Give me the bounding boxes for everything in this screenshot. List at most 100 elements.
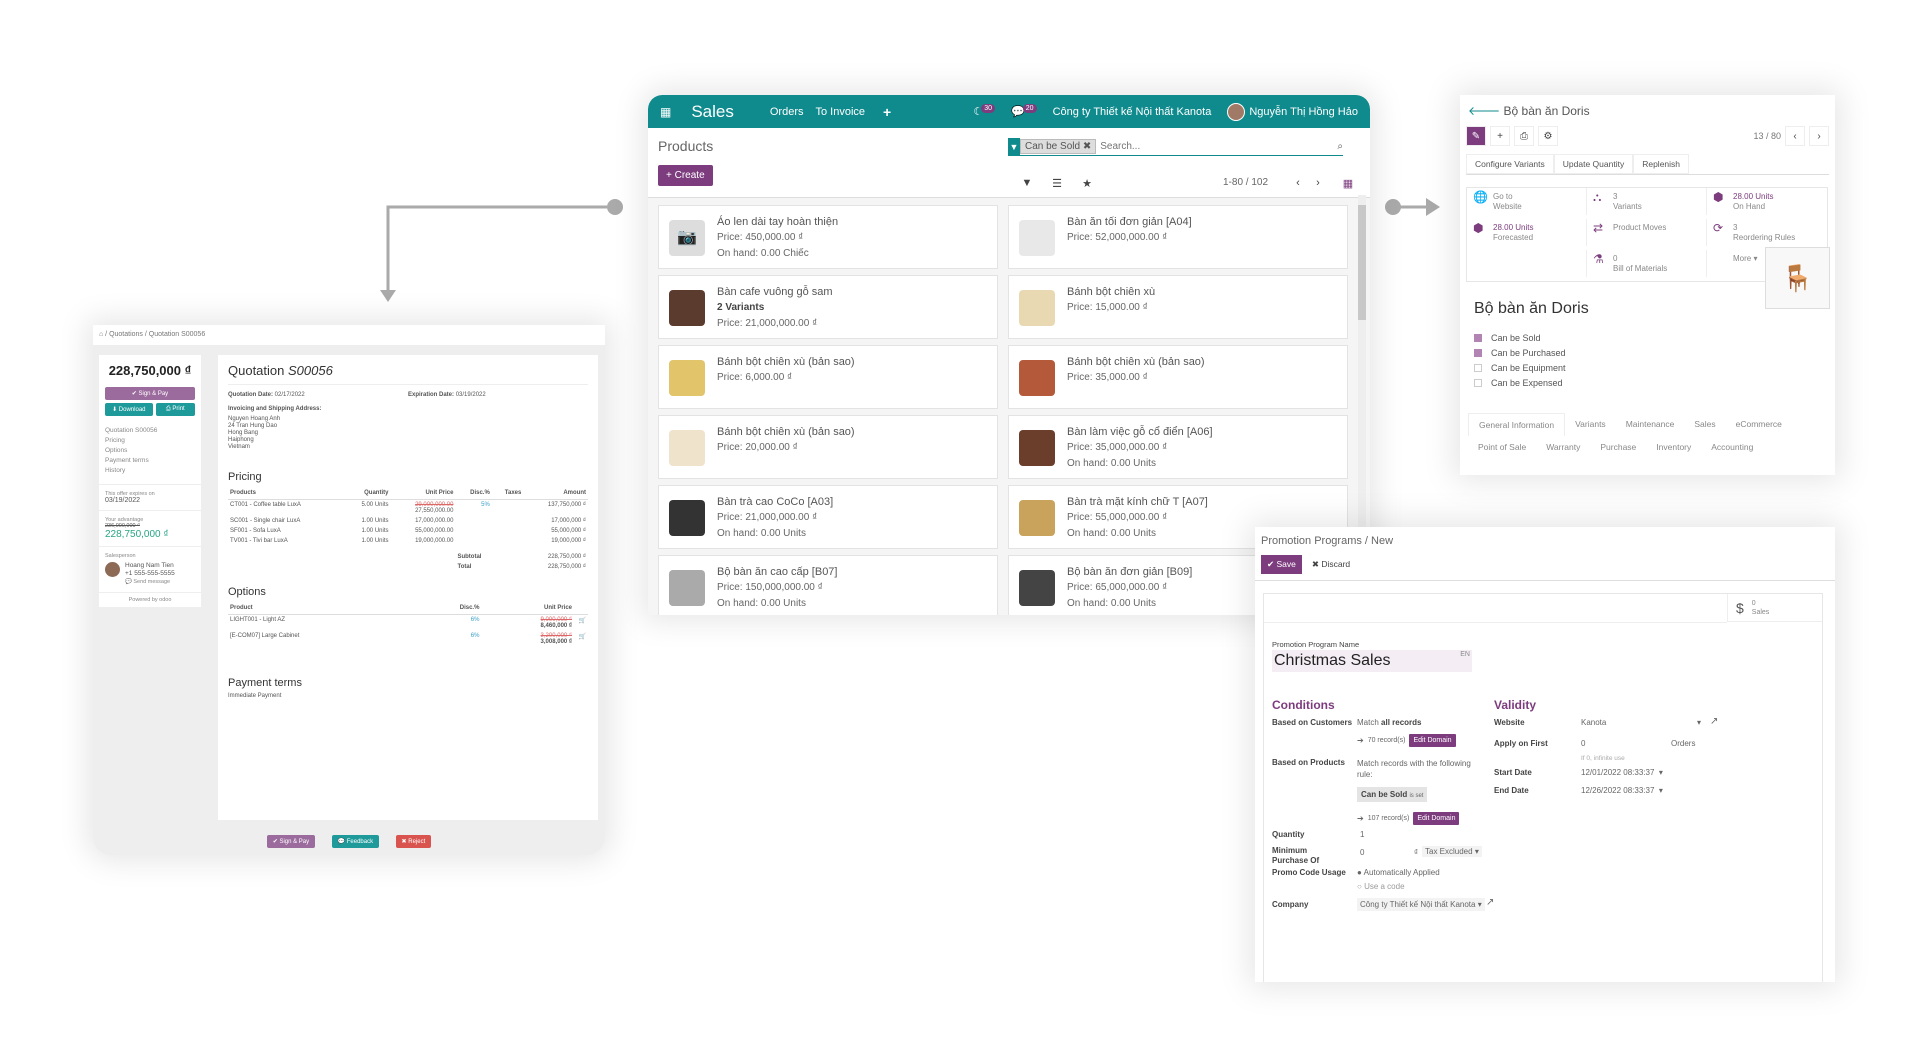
website-select[interactable]: Kanota ▾ (1581, 718, 1701, 727)
tab-warranty[interactable]: Warranty (1536, 436, 1590, 458)
messages-icon[interactable]: 💬20 (1011, 104, 1037, 118)
smart-button[interactable]: ⬢ 28.00 Units On Hand (1707, 188, 1827, 215)
discard-button[interactable]: ✖ Discard (1308, 555, 1354, 574)
breadcrumb-promotion-programs[interactable]: Promotion Programs (1261, 535, 1362, 547)
kanban-view-icon[interactable]: ▦ (1336, 173, 1360, 193)
nav-payment-terms[interactable]: Payment terms (105, 456, 195, 466)
language-badge[interactable]: EN (1460, 651, 1470, 658)
nav-orders[interactable]: Orders (770, 106, 804, 118)
create-button[interactable]: + Create (658, 165, 713, 186)
pager-next-icon[interactable]: › (1306, 173, 1330, 193)
external-link-icon[interactable]: ↗ (1486, 897, 1494, 908)
send-message-link[interactable]: 💬 Send message (125, 578, 175, 586)
tab-maintenance[interactable]: Maintenance (1616, 413, 1685, 436)
quantity-input[interactable]: 1 (1360, 830, 1364, 839)
domain-rule[interactable]: Can be Sold is set (1357, 787, 1428, 802)
checkbox-can-be-sold[interactable]: Can be Sold (1474, 330, 1566, 345)
action-gear-icon[interactable]: ⚙ (1538, 126, 1558, 146)
add-to-cart-icon[interactable]: 🛒 (574, 631, 588, 647)
tab-point-of-sale[interactable]: Point of Sale (1468, 436, 1536, 458)
product-card[interactable]: Bàn làm việc gỗ cổ điển [A06] Price: 35,… (1008, 415, 1348, 479)
tab-accounting[interactable]: Accounting (1701, 436, 1763, 458)
facet-remove-icon[interactable]: ✖ (1083, 141, 1091, 152)
tab-variants[interactable]: Variants (1565, 413, 1616, 436)
update-quantity-button[interactable]: Update Quantity (1553, 154, 1634, 174)
start-date-input[interactable]: 12/01/2022 08:33:37 ▾ (1581, 768, 1663, 777)
tax-mode-select[interactable]: Tax Excluded ▾ (1422, 846, 1482, 857)
app-name[interactable]: Sales (691, 102, 734, 122)
print-button[interactable]: ⎙ Print (155, 403, 195, 416)
tab-sales[interactable]: Sales (1684, 413, 1725, 436)
end-date-input[interactable]: 12/26/2022 08:33:37 ▾ (1581, 786, 1663, 795)
add-to-cart-icon[interactable]: 🛒 (574, 615, 588, 632)
radio-automatically-applied[interactable]: ● Automatically Applied (1357, 868, 1440, 877)
app-menu-icon[interactable]: ▦ (660, 105, 671, 119)
product-card[interactable]: 📷 Áo len dài tay hoàn thiện Price: 450,0… (658, 205, 998, 269)
footer-reject-button[interactable]: ✖ Reject (395, 835, 432, 848)
products-records-count[interactable]: 107 record(s) (1368, 815, 1410, 822)
product-card[interactable]: Bánh bột chiên xù (bản sao) Price: 20,00… (658, 415, 998, 479)
favorites-star-icon[interactable]: ★ (1075, 173, 1099, 193)
apply-first-input[interactable]: 0 (1581, 739, 1585, 748)
home-icon[interactable]: ⌂ (99, 331, 103, 338)
program-name-input[interactable]: Christmas Sales EN (1272, 650, 1472, 672)
replenish-button[interactable]: Replenish (1633, 154, 1690, 174)
smart-button[interactable]: ⚗ 0 Bill of Materials (1587, 250, 1707, 277)
smart-button[interactable]: 🌐 Go to Website (1467, 188, 1587, 215)
checkbox-box[interactable] (1474, 333, 1482, 342)
product-card[interactable]: Bộ bàn ăn cao cấp [B07] Price: 150,000,0… (658, 555, 998, 615)
smart-button[interactable]: ⇄ Product Moves (1587, 219, 1707, 246)
search-input[interactable] (1100, 141, 1338, 152)
nav-quotation[interactable]: Quotation S00056 (105, 426, 195, 436)
activity-icon[interactable]: ☾30 (973, 104, 996, 118)
product-card[interactable]: Bàn cafe vuông gỗ sam 2 Variants Price: … (658, 275, 998, 339)
sign-pay-button[interactable]: ✔ Sign & Pay (105, 387, 195, 400)
company-select[interactable]: Công ty Thiết kế Nội thất Kanota ▾ (1357, 898, 1485, 911)
pager-prev-icon[interactable]: ‹ (1785, 126, 1805, 146)
breadcrumb-quotations[interactable]: Quotations (109, 331, 143, 338)
scrollbar-thumb[interactable] (1358, 205, 1366, 320)
smart-button[interactable]: ⟳ 3 Reordering Rules (1707, 219, 1827, 246)
save-button[interactable]: ✔ Save (1261, 555, 1302, 574)
breadcrumb-product[interactable]: Bộ bàn ăn Doris (1504, 104, 1590, 118)
checkbox-box[interactable] (1474, 348, 1482, 357)
min-purchase-input[interactable]: 0 (1360, 848, 1364, 857)
group-by-icon[interactable]: ☰ (1045, 173, 1069, 193)
tab-purchase[interactable]: Purchase (1590, 436, 1646, 458)
product-card[interactable]: Bàn trà cao CoCo [A03] Price: 21,000,000… (658, 485, 998, 549)
nav-pricing[interactable]: Pricing (105, 436, 195, 446)
product-name[interactable]: Bộ bàn ăn Doris (1474, 300, 1589, 318)
download-button[interactable]: ⬇ Download (105, 403, 153, 416)
customers-records-count[interactable]: 70 record(s) (1368, 737, 1406, 744)
nav-options[interactable]: Options (105, 446, 195, 456)
product-card[interactable]: Bàn ăn tối đơn giản [A04] Price: 52,000,… (1008, 205, 1348, 269)
back-arrow-icon[interactable]: 🡐 (1468, 104, 1500, 118)
filters-icon[interactable]: ▼ (1015, 173, 1039, 193)
radio-use-code[interactable]: ○ Use a code (1357, 882, 1405, 891)
checkbox-can-be-purchased[interactable]: Can be Purchased (1474, 345, 1566, 360)
nav-to-invoice[interactable]: To Invoice (816, 106, 866, 118)
edit-domain-customers-button[interactable]: Edit Domain (1409, 734, 1456, 747)
nav-history[interactable]: History (105, 466, 195, 476)
tab-inventory[interactable]: Inventory (1646, 436, 1701, 458)
product-image[interactable]: 🪑 (1765, 247, 1830, 309)
nav-plus-icon[interactable]: + (883, 104, 891, 120)
edit-pencil-icon[interactable]: ✎ (1466, 126, 1486, 146)
product-card[interactable]: Bánh bột chiên xù Price: 15,000.00 ₫ (1008, 275, 1348, 339)
checkbox-can-be-equipment[interactable]: Can be Equipment (1474, 360, 1566, 375)
search-facet[interactable]: Can be Sold ✖ (1020, 139, 1097, 154)
tab-ecommerce[interactable]: eCommerce (1726, 413, 1792, 436)
user-menu[interactable]: Nguyễn Thị Hồng Hảo (1227, 102, 1358, 121)
pager-next-icon[interactable]: › (1809, 126, 1829, 146)
external-link-icon[interactable]: ↗ (1710, 716, 1718, 727)
checkbox-box[interactable] (1474, 363, 1482, 372)
company-switcher[interactable]: Công ty Thiết kế Nội thất Kanota (1053, 106, 1212, 118)
footer-sign-pay-button[interactable]: ✔ Sign & Pay (266, 835, 316, 848)
sales-smart-button[interactable]: $ 0 Sales (1727, 594, 1822, 622)
configure-variants-button[interactable]: Configure Variants (1466, 154, 1554, 174)
smart-button[interactable]: ⬢ 28.00 Units Forecasted (1467, 219, 1587, 246)
checkbox-box[interactable] (1474, 378, 1482, 387)
search-icon[interactable]: ⌕ (1337, 141, 1343, 152)
checkbox-can-be-expensed[interactable]: Can be Expensed (1474, 375, 1566, 390)
print-icon[interactable]: ⎙ (1514, 126, 1534, 146)
